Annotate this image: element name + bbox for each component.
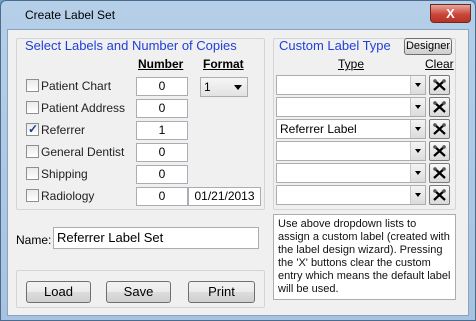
name-input[interactable]: Referrer Label Set [53, 227, 259, 249]
custom-label-heading: Custom Label Type [279, 38, 391, 53]
name-label: Name: [16, 233, 52, 247]
print-button[interactable]: Print [188, 281, 255, 303]
custom-type-select-2[interactable] [276, 97, 426, 117]
chevron-down-icon [234, 85, 242, 90]
checkbox-patient-chart[interactable] [26, 79, 39, 92]
clear-x-icon [433, 79, 446, 91]
clear-button-4[interactable] [429, 141, 450, 161]
chevron-down-icon[interactable] [410, 164, 425, 182]
clear-x-icon [433, 189, 446, 201]
label-shipping: Shipping [41, 167, 88, 181]
chevron-down-icon[interactable] [410, 98, 425, 116]
custom-type-value-3: Referrer Label [280, 122, 357, 136]
label-referrer: Referrer [41, 123, 86, 137]
number-input-patient-address[interactable]: 0 [136, 99, 188, 118]
checkbox-shipping[interactable] [26, 167, 39, 180]
chevron-down-icon[interactable] [410, 76, 425, 94]
number-column-header: Number [138, 57, 184, 71]
clear-x-icon [433, 167, 446, 179]
custom-type-select-3[interactable]: Referrer Label [276, 119, 426, 139]
custom-type-select-1[interactable] [276, 75, 426, 95]
radiology-date-input[interactable]: 01/21/2013 [188, 187, 261, 206]
title-bar[interactable]: Create Label Set X [1, 1, 475, 29]
label-radiology: Radiology [41, 189, 95, 203]
clear-x-icon [433, 123, 446, 135]
clear-x-icon [433, 145, 446, 157]
label-patient-address: Patient Address [41, 101, 126, 115]
label-patient-chart: Patient Chart [41, 79, 112, 93]
number-input-shipping[interactable]: 0 [136, 165, 188, 184]
number-input-general-dentist[interactable]: 0 [136, 143, 188, 162]
dialog-body: Select Labels and Number of Copies Numbe… [7, 29, 469, 316]
label-general-dentist: General Dentist [41, 145, 125, 159]
load-button[interactable]: Load [26, 281, 91, 303]
dialog-window: Create Label Set X Select Labels and Num… [0, 0, 476, 321]
clear-column-header: Clear [425, 57, 454, 71]
chevron-down-icon[interactable] [410, 186, 425, 204]
clear-button-2[interactable] [429, 97, 450, 117]
checkbox-patient-address[interactable] [26, 101, 39, 114]
number-input-referrer[interactable]: 1 [136, 121, 188, 140]
checkbox-radiology[interactable] [26, 189, 39, 202]
format-value: 1 [204, 80, 211, 94]
designer-button[interactable]: Designer [404, 38, 452, 55]
checkbox-general-dentist[interactable] [26, 145, 39, 158]
type-column-header: Type [338, 57, 365, 71]
window-title: Create Label Set [25, 8, 116, 22]
clear-button-3[interactable] [429, 119, 450, 139]
number-input-patient-chart[interactable]: 0 [136, 77, 188, 96]
clear-button-5[interactable] [429, 163, 450, 183]
save-button[interactable]: Save [106, 281, 171, 303]
clear-x-icon [433, 101, 446, 113]
checkbox-referrer[interactable] [26, 122, 39, 136]
labels-heading: Select Labels and Number of Copies [25, 38, 237, 53]
number-input-radiology[interactable]: 0 [136, 187, 188, 206]
close-icon: X [446, 6, 455, 21]
custom-type-select-5[interactable] [276, 163, 426, 183]
clear-button-1[interactable] [429, 75, 450, 95]
close-button[interactable]: X [430, 4, 471, 23]
custom-type-select-6[interactable] [276, 185, 426, 205]
chevron-down-icon[interactable] [410, 142, 425, 160]
format-select[interactable]: 1 [200, 77, 248, 97]
format-column-header: Format [203, 57, 244, 71]
custom-label-info: Use above dropdown lists to assign a cus… [273, 214, 456, 300]
chevron-down-icon[interactable] [410, 120, 425, 138]
custom-type-select-4[interactable] [276, 141, 426, 161]
clear-button-6[interactable] [429, 185, 450, 205]
